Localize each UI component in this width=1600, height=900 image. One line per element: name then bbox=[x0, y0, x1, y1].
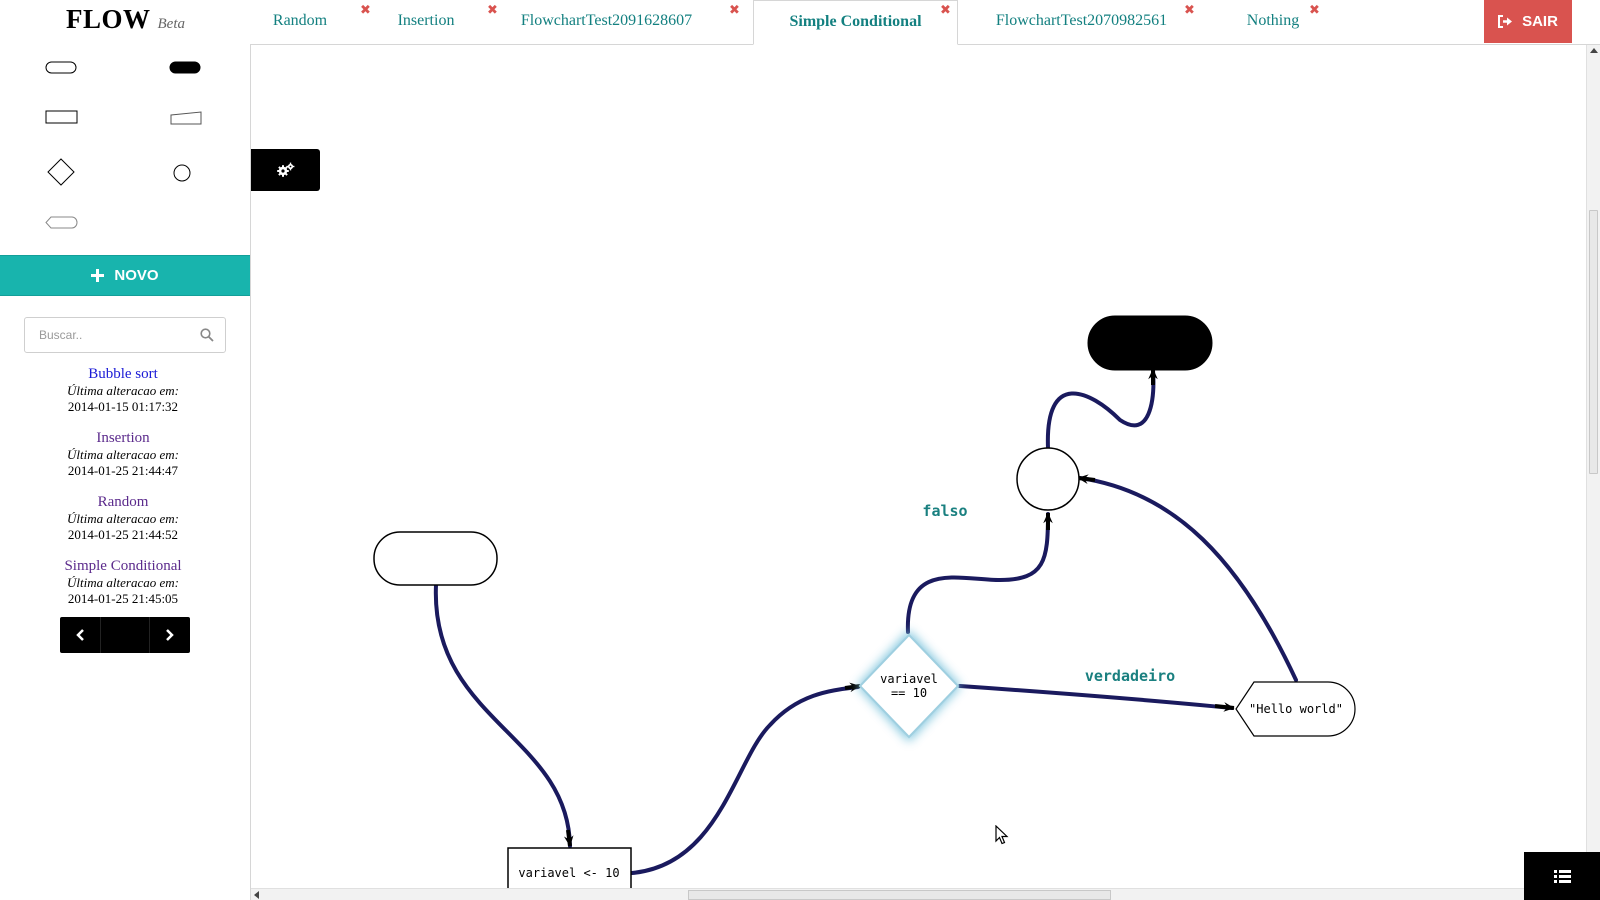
modified-label: Última alteracao em: bbox=[67, 447, 179, 462]
logout-label: SAIR bbox=[1522, 13, 1558, 30]
input-shape-icon[interactable] bbox=[168, 109, 204, 127]
flowchart-link[interactable]: Bubble sort bbox=[0, 366, 246, 383]
decision-line2: == 10 bbox=[891, 686, 927, 700]
scroll-left-icon[interactable] bbox=[254, 891, 259, 899]
flowchart-link[interactable]: Random bbox=[0, 494, 246, 511]
tab-insertion[interactable]: Insertion bbox=[376, 0, 476, 43]
close-tab-flowcharttest2091628607-icon[interactable]: ✖ bbox=[729, 4, 740, 18]
decision-node[interactable]: variavel == 10 bbox=[857, 630, 961, 742]
modified-date: 2014-01-15 01:17:32 bbox=[67, 399, 179, 414]
edge-start-to-assign[interactable] bbox=[433, 583, 572, 848]
close-tab-nothing-icon[interactable]: ✖ bbox=[1309, 4, 1320, 18]
modified-label: Última alteracao em: bbox=[67, 575, 179, 590]
flowchart-diagram: variavel <- 10 variavel == 10 "Hello wor… bbox=[373, 315, 1356, 888]
file-meta: Última alteracao em: 2014-01-25 21:45:05 bbox=[0, 575, 246, 607]
modified-date: 2014-01-25 21:44:52 bbox=[67, 527, 179, 542]
new-flowchart-button[interactable]: NOVO bbox=[0, 255, 250, 296]
modified-date: 2014-01-25 21:45:05 bbox=[67, 591, 179, 606]
true-edge-label: verdadeiro bbox=[1085, 667, 1175, 685]
output-node-text: "Hello world" bbox=[1249, 702, 1343, 716]
start-node[interactable] bbox=[373, 531, 498, 586]
horizontal-scrollbar[interactable] bbox=[251, 888, 1586, 900]
tab-flowcharttest2091628607[interactable]: FlowchartTest2091628607 bbox=[504, 0, 709, 43]
display-shape-icon[interactable] bbox=[44, 215, 80, 231]
assign-node-text: variavel <- 10 bbox=[518, 866, 619, 880]
edge-decision-to-output-true[interactable] bbox=[958, 684, 1234, 710]
console-toggle-button[interactable] bbox=[1524, 852, 1600, 900]
list-item: Random Última alteracao em: 2014-01-25 2… bbox=[0, 494, 246, 558]
connector-shape-icon[interactable] bbox=[171, 162, 193, 184]
close-tab-flowcharttest2070982561-icon[interactable]: ✖ bbox=[1184, 4, 1195, 18]
search-input[interactable] bbox=[25, 318, 204, 352]
file-meta: Última alteracao em: 2014-01-25 21:44:47 bbox=[0, 447, 246, 479]
tab-label: FlowchartTest2070982561 bbox=[995, 12, 1168, 29]
merge-connector-node[interactable] bbox=[1016, 447, 1080, 511]
top-bar: FLOW Beta Random ✖ Insertion ✖ Flowchart… bbox=[0, 0, 1600, 45]
file-meta: Última alteracao em: 2014-01-15 01:17:32 bbox=[0, 383, 246, 415]
modified-label: Última alteracao em: bbox=[67, 511, 179, 526]
app-logo: FLOW Beta bbox=[66, 4, 185, 40]
list-item: Simple Conditional Última alteracao em: … bbox=[0, 558, 246, 622]
tab-simple-conditional[interactable]: Simple Conditional bbox=[753, 0, 958, 45]
logout-button[interactable]: SAIR bbox=[1484, 0, 1572, 43]
terminal-shape-icon[interactable] bbox=[44, 60, 80, 76]
scroll-up-icon[interactable] bbox=[1590, 48, 1598, 53]
tab-label: Simple Conditional bbox=[789, 13, 922, 30]
tab-label: Random bbox=[272, 12, 328, 29]
settings-button[interactable] bbox=[251, 149, 320, 191]
next-page-button[interactable] bbox=[150, 617, 190, 653]
tab-random[interactable]: Random bbox=[248, 0, 352, 43]
horizontal-scroll-thumb[interactable] bbox=[688, 890, 1111, 900]
edge-decision-to-merge-false[interactable] bbox=[905, 512, 1050, 634]
file-meta: Última alteracao em: 2014-01-25 21:44:52 bbox=[0, 511, 246, 543]
decision-shape-icon[interactable] bbox=[45, 156, 77, 188]
modified-label: Última alteracao em: bbox=[67, 383, 179, 398]
edge-merge-to-end[interactable] bbox=[1045, 368, 1156, 450]
page-indicator bbox=[100, 617, 150, 653]
flowchart-link[interactable]: Simple Conditional bbox=[0, 558, 246, 575]
list-item: Bubble sort Última alteracao em: 2014-01… bbox=[0, 366, 246, 430]
pagination bbox=[60, 617, 190, 653]
new-button-label: NOVO bbox=[114, 267, 159, 284]
chevron-right-icon bbox=[166, 629, 174, 641]
vertical-scrollbar[interactable] bbox=[1586, 45, 1600, 888]
search-box bbox=[24, 317, 226, 353]
tab-label: FlowchartTest2091628607 bbox=[520, 12, 693, 29]
process-shape-icon[interactable] bbox=[44, 109, 80, 125]
end-node[interactable] bbox=[1087, 315, 1213, 371]
prev-page-button[interactable] bbox=[60, 617, 100, 653]
vertical-scroll-thumb[interactable] bbox=[1589, 210, 1598, 474]
beta-badge: Beta bbox=[157, 16, 186, 32]
close-tab-random-icon[interactable]: ✖ bbox=[360, 4, 371, 18]
flowchart-link[interactable]: Insertion bbox=[0, 430, 246, 447]
flowchart-canvas[interactable]: variavel <- 10 variavel == 10 "Hello wor… bbox=[251, 45, 1587, 888]
edge-output-to-merge[interactable] bbox=[1078, 476, 1298, 682]
output-node[interactable]: "Hello world" bbox=[1235, 681, 1356, 737]
tab-label: Insertion bbox=[397, 12, 455, 29]
false-edge-label: falso bbox=[922, 502, 967, 520]
mouse-pointer-icon bbox=[995, 825, 1009, 845]
chevron-left-icon bbox=[76, 629, 84, 641]
close-tab-insertion-icon[interactable]: ✖ bbox=[487, 4, 498, 18]
list-icon bbox=[1553, 869, 1571, 883]
sidebar: NOVO Bubble sort Última alteracao em: 20… bbox=[0, 44, 251, 900]
decision-line1: variavel bbox=[880, 672, 938, 686]
edge-assign-to-decision[interactable] bbox=[630, 685, 860, 875]
tab-flowcharttest2070982561[interactable]: FlowchartTest2070982561 bbox=[963, 0, 1200, 43]
terminal-filled-shape-icon[interactable] bbox=[168, 60, 204, 76]
flowchart-list: Bubble sort Última alteracao em: 2014-01… bbox=[0, 366, 246, 622]
app-brand: FLOW bbox=[66, 4, 151, 34]
assign-node[interactable]: variavel <- 10 bbox=[507, 847, 632, 888]
modified-date: 2014-01-25 21:44:47 bbox=[67, 463, 179, 478]
list-item: Insertion Última alteracao em: 2014-01-2… bbox=[0, 430, 246, 494]
gears-icon bbox=[276, 162, 294, 177]
search-icon[interactable] bbox=[200, 328, 214, 342]
close-tab-simple-conditional-icon[interactable]: ✖ bbox=[940, 4, 951, 18]
sign-out-icon bbox=[1498, 15, 1513, 28]
tab-label: Nothing bbox=[1246, 12, 1300, 29]
plus-icon bbox=[91, 269, 105, 282]
